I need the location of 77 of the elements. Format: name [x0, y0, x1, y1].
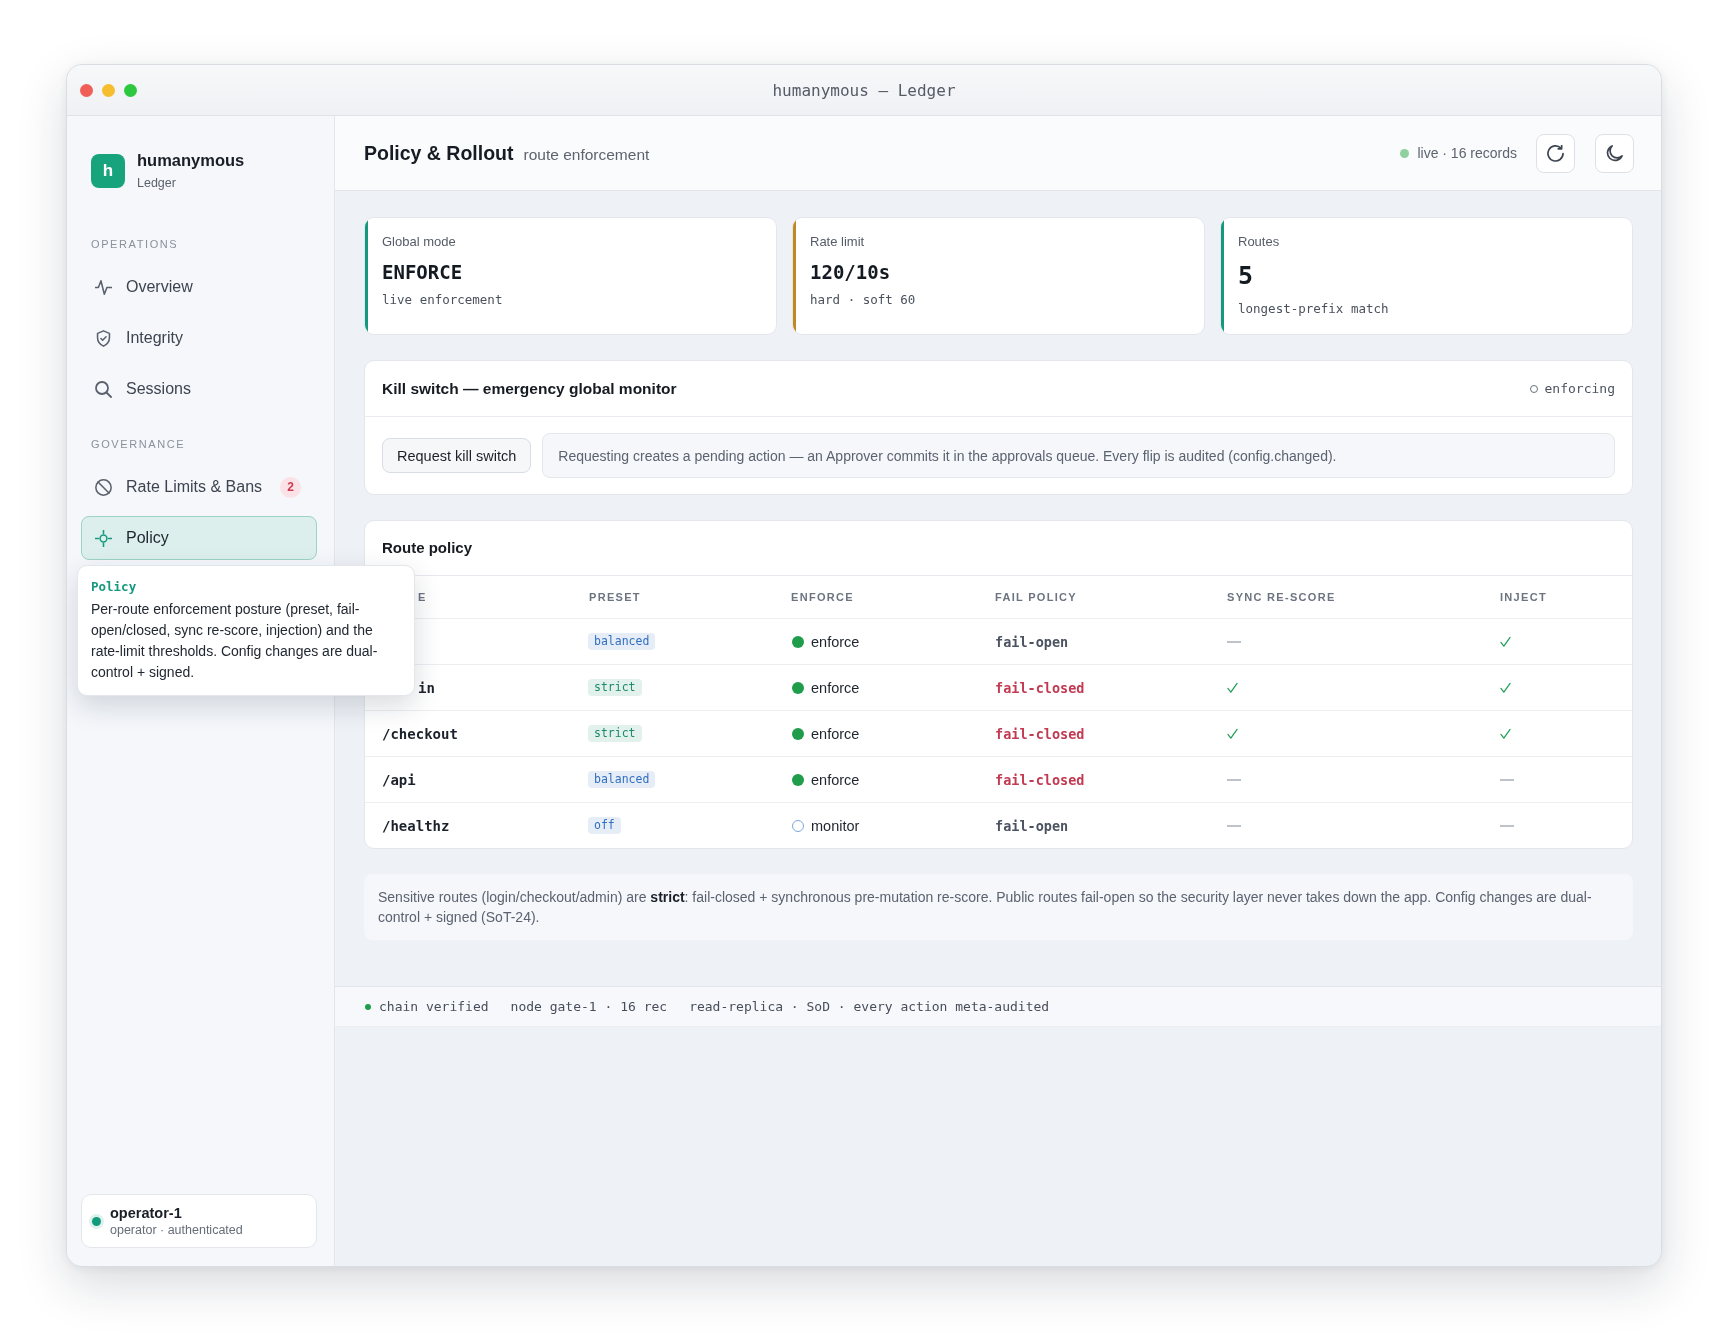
preset-tag: balanced: [588, 633, 656, 650]
brand-logo: h: [91, 153, 125, 188]
route-path: /api: [382, 771, 416, 788]
maximize-window-icon[interactable]: [124, 83, 137, 97]
status-dot-icon: [92, 1216, 101, 1226]
status-dot-icon: [1400, 148, 1410, 158]
fail-policy: fail-open: [995, 633, 1069, 650]
window-title: humanymous — Ledger: [772, 80, 956, 100]
status-text: node gate-1 · 16 rec: [510, 999, 668, 1014]
moon-icon: [1606, 144, 1623, 162]
enforce-mode: enforce: [811, 633, 860, 650]
stat-detail: hard · soft 60: [810, 292, 916, 308]
pulse-icon: [95, 278, 112, 296]
enforce-mode: enforce: [811, 771, 860, 788]
count-badge: 2: [280, 476, 302, 498]
column-header: SYNC RE-SCORE: [1227, 591, 1337, 603]
tooltip-text: Per-route enforcement posture (preset, fail-open/closed, sync re-score, injection) and the rate-limit thresholds. Config changes are dual-control + signed.: [91, 600, 379, 682]
route-path: /checkout: [382, 725, 458, 742]
live-status: live · 16 records: [1417, 145, 1517, 161]
stat-label: Routes: [1238, 234, 1280, 250]
refresh-button[interactable]: [1536, 133, 1575, 173]
fail-policy: fail-closed: [995, 725, 1085, 742]
theme-button[interactable]: [1595, 133, 1634, 173]
enforce-mode: enforce: [811, 679, 860, 696]
fail-policy: fail-closed: [995, 679, 1085, 696]
page-title: Policy & Rollout: [364, 141, 514, 165]
search-icon: [95, 380, 112, 398]
nav-item[interactable]: Overview: [81, 265, 317, 309]
enforce-mode: enforce: [811, 725, 860, 742]
status-text: read-replica · SoD · every action meta-audited: [689, 999, 1050, 1014]
user-name: operator-1: [110, 1205, 183, 1221]
status-text: chain verified: [379, 999, 489, 1014]
stat-detail: longest-prefix match: [1238, 301, 1389, 317]
column-header: E: [418, 591, 428, 603]
column-header: INJECT: [1500, 591, 1548, 603]
brand-name: humanymous: [137, 150, 245, 170]
column-header: ENFORCE: [791, 591, 855, 603]
stat-value: 5: [1238, 261, 1254, 291]
stat-label: Global mode: [382, 234, 456, 250]
request-button[interactable]: Request kill switch: [382, 438, 532, 473]
brand-subtitle: Ledger: [137, 176, 177, 191]
minimize-window-icon[interactable]: [102, 83, 115, 97]
nav-item[interactable]: Policy: [81, 516, 317, 560]
close-window-icon[interactable]: [80, 83, 93, 97]
shield-icon: [95, 329, 112, 347]
stat-value: ENFORCE: [382, 260, 463, 284]
fail-policy: fail-closed: [995, 771, 1085, 788]
route-path: /healthz: [382, 817, 450, 834]
nav-item[interactable]: Integrity: [81, 316, 317, 360]
tooltip-title: Policy: [91, 578, 138, 595]
nav-item[interactable]: Sessions: [81, 367, 317, 411]
user-role: operator · authenticated: [110, 1223, 243, 1237]
preset-tag: off: [588, 817, 621, 834]
preset-tag: balanced: [588, 771, 656, 788]
card-title: Route policy: [381, 538, 473, 558]
status-label: enforcing: [1544, 381, 1615, 396]
stat-value: 120/10s: [810, 260, 891, 284]
preset-tag: strict: [588, 679, 642, 696]
section-heading: GOVERNANCE: [90, 437, 187, 451]
page-subtitle: route enforcement: [523, 145, 650, 164]
card-title: Kill switch — emergency global monitor: [382, 379, 677, 398]
fail-policy: fail-open: [995, 817, 1069, 834]
stat-detail: live enforcement: [382, 292, 503, 308]
refresh-icon: [1547, 144, 1564, 162]
preset-tag: strict: [588, 725, 642, 742]
crosshair-icon: [95, 529, 112, 547]
info-text: Requesting creates a pending action — an Approver commits it in the approvals queue. Every flip is audited (config.changed).: [542, 433, 1615, 478]
column-header: FAIL POLICY: [995, 591, 1078, 603]
status-dot-icon: [365, 1003, 371, 1010]
ban-icon: [95, 478, 112, 496]
stat-label: Rate limit: [810, 234, 865, 250]
policy-note: Sensitive routes (login/checkout/admin) are strict: fail-closed + synchronous pre-mutation re-score. Public routes fail-open so the security layer never takes down the app. Config changes are dual-control + signed (SoT-24).: [364, 874, 1633, 940]
enforce-mode: monitor: [811, 817, 860, 834]
route-path: in: [418, 679, 435, 696]
nav-item[interactable]: Rate Limits & Bans 2: [81, 465, 317, 509]
column-header: PRESET: [589, 591, 642, 603]
section-heading: OPERATIONS: [90, 237, 180, 251]
